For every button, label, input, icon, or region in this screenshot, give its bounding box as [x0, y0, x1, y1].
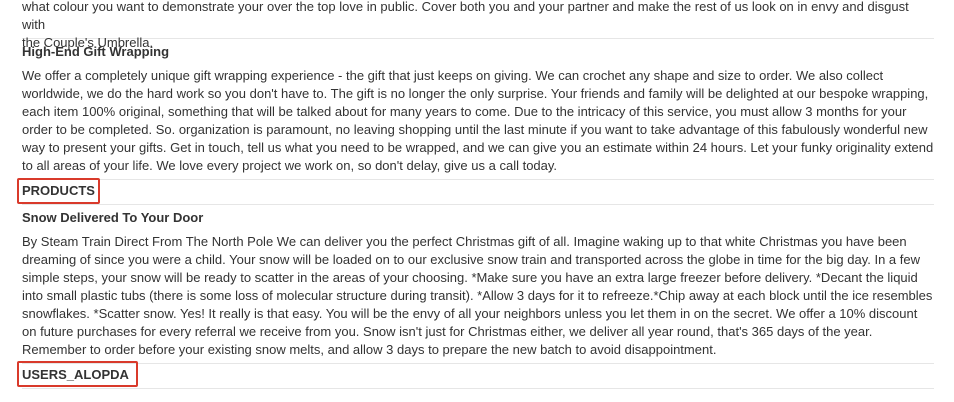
users-section-header: USERS_ALOPDA — [22, 364, 934, 388]
gift-wrapping-description: We offer a completely unique gift wrappi… — [22, 68, 934, 173]
users-section-label: USERS_ALOPDA — [22, 367, 129, 382]
snow-delivery-title: Snow Delivered To Your Door — [22, 210, 204, 225]
gift-wrapping-item: High-End Gift Wrapping We offer a comple… — [22, 39, 934, 175]
intro-line-1: what colour you want to demonstrate your… — [22, 0, 909, 32]
content-area: what colour you want to demonstrate your… — [22, 0, 934, 389]
products-section-header: PRODUCTS — [22, 180, 934, 204]
snow-delivery-description: By Steam Train Direct From The North Pol… — [22, 234, 933, 357]
products-section-label: PRODUCTS — [22, 183, 95, 198]
divider — [22, 388, 934, 389]
snow-delivery-item: Snow Delivered To Your Door By Steam Tra… — [22, 205, 934, 359]
gift-wrapping-title: High-End Gift Wrapping — [22, 44, 170, 59]
intro-text: what colour you want to demonstrate your… — [22, 0, 934, 50]
